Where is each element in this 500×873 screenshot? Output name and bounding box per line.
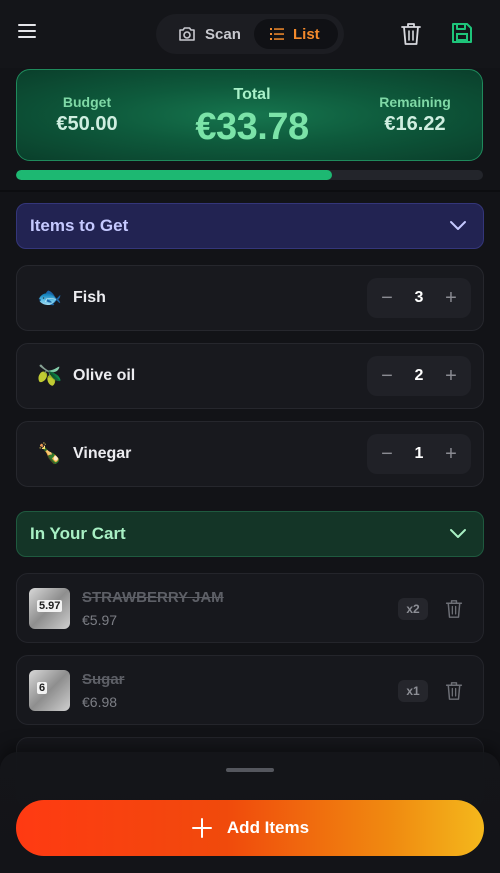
- price-tag-text: 6: [37, 682, 48, 694]
- item-name: Vinegar: [73, 445, 132, 462]
- chevron-down-icon: [450, 221, 466, 230]
- increment-button[interactable]: +: [433, 356, 469, 396]
- cart-item-price: €6.98: [82, 694, 118, 710]
- cart-item-qty-badge: x1: [398, 680, 428, 702]
- budget-summary-card: Budget €50.00 Total €33.78 Remaining €16…: [16, 69, 483, 161]
- tab-scan-label: Scan: [205, 25, 241, 43]
- plus-icon: [191, 818, 212, 838]
- bottle-icon: 🍾: [37, 443, 62, 465]
- price-tag-text: 5.97: [37, 600, 63, 612]
- add-items-label: Add Items: [226, 818, 310, 837]
- olive-icon: 🫒: [37, 365, 62, 387]
- quantity-stepper: − 1 +: [367, 434, 471, 474]
- budget-progress-fill: [16, 170, 332, 180]
- total-label: Total: [233, 86, 271, 103]
- section-items-to-get[interactable]: Items to Get: [16, 203, 484, 249]
- quantity-stepper: − 2 +: [367, 356, 471, 396]
- tab-scan[interactable]: Scan: [162, 19, 254, 49]
- remove-item-button[interactable]: [445, 599, 463, 624]
- quantity-stepper: − 3 +: [367, 278, 471, 318]
- clear-list-button[interactable]: [400, 22, 422, 51]
- menu-icon[interactable]: [18, 24, 38, 42]
- increment-button[interactable]: +: [433, 278, 469, 318]
- product-thumbnail: 5.97: [29, 588, 70, 629]
- quantity-value: 2: [414, 367, 424, 384]
- total-block: Total €33.78: [167, 86, 337, 149]
- remaining-value: €16.22: [384, 113, 446, 135]
- top-bar: Scan List: [0, 0, 500, 68]
- trash-icon: [401, 23, 421, 45]
- list-item[interactable]: 🫒 Olive oil − 2 +: [16, 343, 484, 409]
- chevron-down-icon: [450, 529, 466, 538]
- cart-item[interactable]: 5.97 STRAWBERRY JAM €5.97 x2: [16, 573, 484, 643]
- decrement-button[interactable]: −: [369, 356, 405, 396]
- view-switcher: Scan List: [156, 14, 344, 54]
- divider: [0, 190, 500, 192]
- remaining-block: Remaining €16.22: [373, 94, 457, 136]
- product-thumbnail: 6: [29, 670, 70, 711]
- remove-item-button[interactable]: [445, 681, 463, 706]
- section-in-your-cart-title: In Your Cart: [30, 524, 126, 543]
- list-icon: [270, 28, 284, 40]
- item-name: Olive oil: [73, 367, 136, 384]
- cart-item-qty-badge: x2: [398, 598, 428, 620]
- list-item[interactable]: 🍾 Vinegar − 1 +: [16, 421, 484, 487]
- budget-value[interactable]: €50.00: [47, 113, 127, 136]
- item-name: Fish: [73, 289, 106, 306]
- total-value: €33.78: [195, 106, 309, 148]
- decrement-button[interactable]: −: [369, 434, 405, 474]
- camera-icon: [179, 27, 195, 41]
- save-icon: [452, 23, 472, 43]
- section-in-your-cart[interactable]: In Your Cart: [16, 511, 484, 557]
- save-button[interactable]: [450, 21, 474, 50]
- budget-label: Budget: [62, 94, 112, 110]
- cart-item[interactable]: 6 Sugar €6.98 x1: [16, 655, 484, 725]
- budget-block: Budget €50.00: [47, 94, 127, 136]
- quantity-value: 1: [414, 445, 424, 462]
- quantity-value: 3: [414, 289, 424, 306]
- fish-icon: 🐟: [37, 287, 62, 309]
- bottom-sheet: Add Items: [0, 752, 500, 873]
- cart-item-name: Sugar: [82, 671, 125, 688]
- budget-progress-bar: [16, 170, 483, 180]
- sheet-drag-handle[interactable]: [226, 768, 274, 772]
- decrement-button[interactable]: −: [369, 278, 405, 318]
- increment-button[interactable]: +: [433, 434, 469, 474]
- section-items-to-get-title: Items to Get: [30, 216, 129, 235]
- cart-item-name: STRAWBERRY JAM: [82, 589, 224, 606]
- cart-item-price: €5.97: [82, 612, 118, 628]
- tab-list-label: List: [293, 25, 320, 43]
- add-items-button[interactable]: Add Items: [16, 800, 484, 856]
- remaining-label: Remaining: [379, 94, 451, 110]
- trash-icon: [445, 682, 463, 700]
- tab-list[interactable]: List: [254, 19, 338, 49]
- list-item[interactable]: 🐟 Fish − 3 +: [16, 265, 484, 331]
- trash-icon: [445, 600, 463, 618]
